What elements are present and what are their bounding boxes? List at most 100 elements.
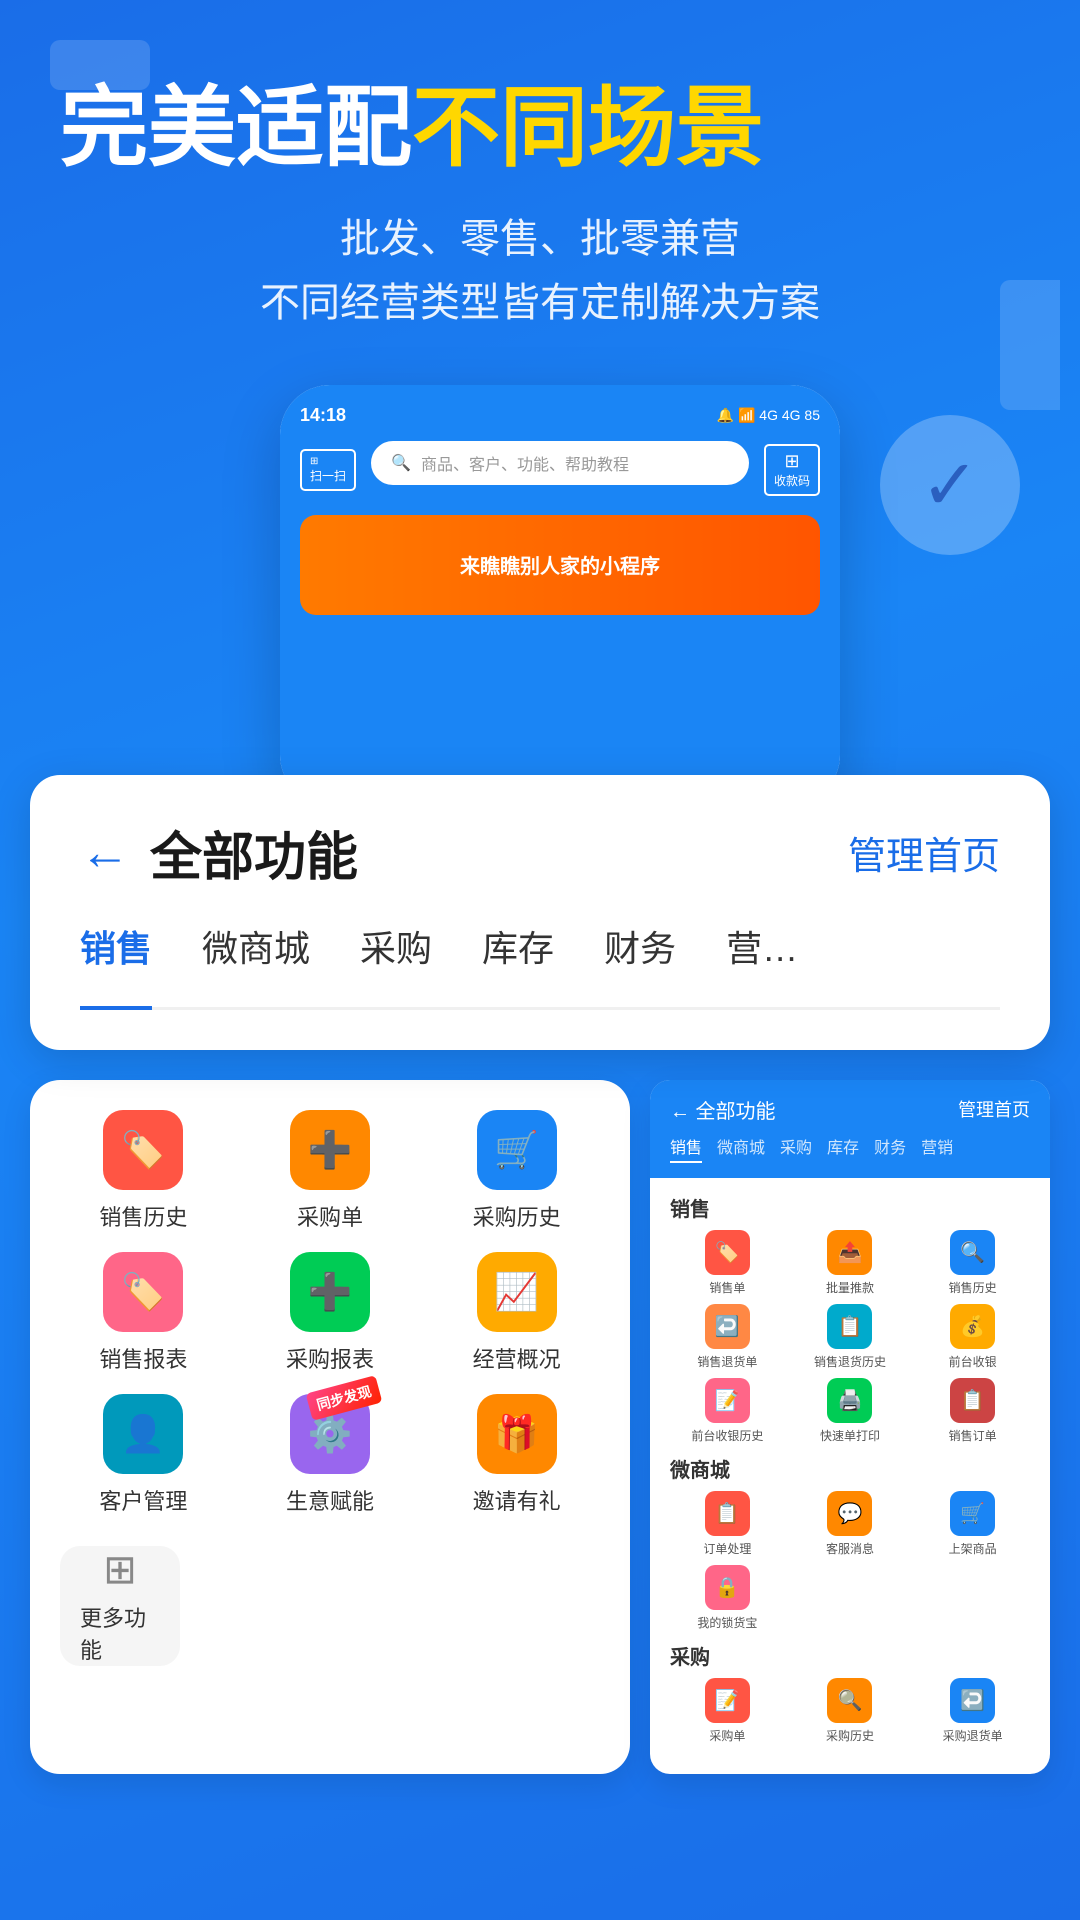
business-overview-icon[interactable]: 📈 [477,1252,557,1332]
mini-list-goods-label: 上架商品 [949,1540,997,1557]
sales-report-label: 销售报表 [99,1342,187,1374]
more-features-button[interactable]: ⊞ 更多功能 [60,1546,180,1666]
mini-sales-history-label: 销售历史 [949,1279,997,1296]
sales-report-icon[interactable]: 🏷️ [103,1252,183,1332]
mini-sales-history-icon[interactable]: 🔍 [950,1230,995,1275]
check-icon: ✓ [921,444,980,526]
phone-banner: 来瞧瞧别人家的小程序 [300,515,820,615]
tab-marketing[interactable]: 营… [726,920,798,987]
mini-cashier-icon[interactable]: 💰 [950,1304,995,1349]
phone-screen: 14:18 🔔 📶 4G 4G 85 ⊞ 扫一扫 🔍 商品、客户、功能、帮助教程… [280,385,840,805]
qr-button[interactable]: ⊞ 收款码 [764,444,820,496]
invite-gift-label: 邀请有礼 [473,1484,561,1516]
mini-icon-grid-wechat: 📋 订单处理 💬 客服消息 🛒 上架商品 🔒 我的锁货宝 [670,1491,1030,1631]
mini-icon-grid-purchase: 📝 采购单 🔍 采购历史 ↩️ 采购退货单 [670,1678,1030,1744]
mini-sales-return-label: 销售退货单 [697,1353,757,1370]
mini-back-button[interactable]: ← 全部功能 [670,1095,776,1124]
mini-order-process-icon[interactable]: 📋 [705,1491,750,1536]
list-item: 💰 前台收银 [915,1304,1030,1370]
list-item: 📋 销售退货历史 [793,1304,908,1370]
bottom-section: 🏷️ 销售历史 ➕ 采购单 🛒 采购历史 🏷️ 销售报表 ➕ 采购报表 📈 [30,1080,1050,1774]
mini-wechat-title: 微商城 [670,1454,1030,1483]
list-item: 📤 批量推款 [793,1230,908,1296]
mini-cashier-hist-label: 前台收银历史 [691,1427,763,1444]
list-item: 👤 客户管理 [60,1394,227,1516]
mini-lock-goods-icon[interactable]: 🔒 [705,1565,750,1610]
sales-history-label: 销售历史 [99,1200,187,1232]
list-item: 📋 订单处理 [670,1491,785,1557]
list-item: 🖨️ 快速单打印 [793,1378,908,1444]
tab-wechat-shop[interactable]: 微商城 [202,920,310,987]
list-item: ↩️ 采购退货单 [915,1678,1030,1744]
purchase-order-icon[interactable]: ➕ [290,1110,370,1190]
tab-sales[interactable]: 销售 [80,920,152,1010]
mini-list-goods-icon[interactable]: 🛒 [950,1491,995,1536]
list-item: 🛒 采购历史 [433,1110,600,1232]
mini-tabs: 销售 微商城 采购 库存 财务 营销 [670,1134,1030,1163]
search-bar[interactable]: 🔍 商品、客户、功能、帮助教程 [371,441,749,485]
mini-customer-msg-label: 客服消息 [826,1540,874,1557]
list-item: 🏷️ 销售历史 [60,1110,227,1232]
mini-purchase-title: 采购 [670,1641,1030,1670]
list-item: 🎁 邀请有礼 [433,1394,600,1516]
purchase-history-icon[interactable]: 🛒 [477,1110,557,1190]
mini-sales-sub-order-icon[interactable]: 📋 [950,1378,995,1423]
purchase-report-icon[interactable]: ➕ [290,1252,370,1332]
mini-icon-grid-sales: 🏷️ 销售单 📤 批量推款 🔍 销售历史 ↩️ 销售退货单 📋 销售退货历史 💰 [670,1230,1030,1444]
phone-status-bar: 14:18 🔔 📶 4G 4G 85 [300,405,820,426]
mini-sales-return-hist-icon[interactable]: 📋 [827,1304,872,1349]
mini-header-row: ← 全部功能 管理首页 [670,1095,1030,1124]
mini-tab-finance[interactable]: 财务 [874,1134,906,1163]
scan-icon: ⊞ [310,456,346,467]
mini-tab-purchase[interactable]: 采购 [780,1134,812,1163]
right-phone-panel: ← 全部功能 管理首页 销售 微商城 采购 库存 财务 营销 销售 🏷️ 销售单… [650,1080,1050,1774]
feature-card-header: ← 全部功能 管理首页 [80,815,1000,890]
mini-purchase-order-icon[interactable]: 📝 [705,1678,750,1723]
mini-sales-order-label: 销售单 [709,1279,745,1296]
manage-home-link[interactable]: 管理首页 [848,825,1000,880]
mini-sales-return-icon[interactable]: ↩️ [705,1304,750,1349]
list-item: 📝 前台收银历史 [670,1378,785,1444]
mini-order-process-label: 订单处理 [703,1540,751,1557]
mini-tab-sales[interactable]: 销售 [670,1134,702,1163]
feature-card: ← 全部功能 管理首页 销售 微商城 采购 库存 财务 营… [30,775,1050,1050]
tab-finance[interactable]: 财务 [604,920,676,987]
mini-purchase-hist-icon[interactable]: 🔍 [827,1678,872,1723]
customer-mgmt-icon[interactable]: 👤 [103,1394,183,1474]
mini-lock-goods-label: 我的锁货宝 [697,1614,757,1631]
search-icon: 🔍 [391,453,411,473]
list-item: 📋 销售订单 [915,1378,1030,1444]
list-item: 🛒 上架商品 [915,1491,1030,1557]
main-title: 完美适配不同场景 [60,80,1020,177]
invite-gift-icon[interactable]: 🎁 [477,1394,557,1474]
mini-tab-marketing[interactable]: 营销 [921,1134,953,1163]
list-item: 🔍 销售历史 [915,1230,1030,1296]
mini-manage-link[interactable]: 管理首页 [958,1096,1030,1122]
search-input-placeholder[interactable]: 商品、客户、功能、帮助教程 [421,451,629,475]
tab-purchase[interactable]: 采购 [360,920,432,987]
grid-icon: ⊞ [103,1547,137,1593]
mini-cashier-hist-icon[interactable]: 📝 [705,1378,750,1423]
mini-sales-order-icon[interactable]: 🏷️ [705,1230,750,1275]
mini-customer-msg-icon[interactable]: 💬 [827,1491,872,1536]
check-circle: ✓ [880,415,1020,555]
mini-cashier-label: 前台收银 [949,1353,997,1370]
mini-tab-wechat[interactable]: 微商城 [717,1134,765,1163]
mini-quick-print-icon[interactable]: 🖨️ [827,1378,872,1423]
customer-mgmt-label: 客户管理 [99,1484,187,1516]
tab-inventory[interactable]: 库存 [482,920,554,987]
business-overview-label: 经营概况 [473,1342,561,1374]
business-empower-label: 生意赋能 [286,1484,374,1516]
back-arrow-icon[interactable]: ← [80,823,130,881]
mini-bulk-push-icon[interactable]: 📤 [827,1230,872,1275]
list-item: 🔒 我的锁货宝 [670,1565,785,1631]
sales-history-icon[interactable]: 🏷️ [103,1110,183,1190]
mini-tab-inventory[interactable]: 库存 [827,1134,859,1163]
purchase-report-label: 采购报表 [286,1342,374,1374]
scan-button[interactable]: ⊞ 扫一扫 [300,449,356,491]
mini-purchase-return-icon[interactable]: ↩️ [950,1678,995,1723]
left-phone-panel: 🏷️ 销售历史 ➕ 采购单 🛒 采购历史 🏷️ 销售报表 ➕ 采购报表 📈 [30,1080,630,1774]
phone-mockup: 14:18 🔔 📶 4G 4G 85 ⊞ 扫一扫 🔍 商品、客户、功能、帮助教程… [280,385,840,805]
list-item: 🏷️ 销售报表 [60,1252,227,1374]
subtitle: 批发、零售、批零兼营 不同经营类型皆有定制解决方案 [60,207,1020,335]
